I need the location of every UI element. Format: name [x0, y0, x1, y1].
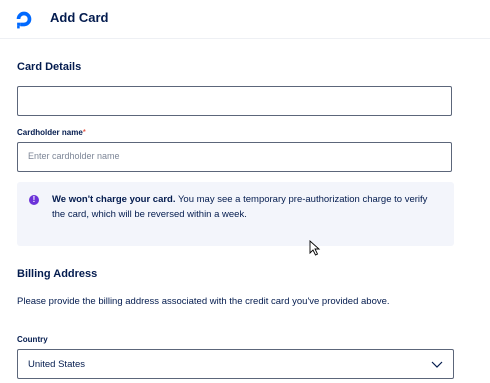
card-number-input[interactable] — [17, 86, 452, 116]
cardholder-name-input[interactable]: Enter cardholder name — [17, 142, 452, 172]
info-icon: ! — [29, 195, 39, 205]
charge-notice-text: We won't charge your card. You may see a… — [52, 192, 437, 222]
digitalocean-logo-icon[interactable] — [13, 8, 35, 30]
chevron-down-icon — [431, 361, 443, 368]
country-label: Country — [17, 335, 48, 344]
card-details-heading: Card Details — [17, 61, 82, 73]
charge-notice: ! We won't charge your card. You may see… — [17, 182, 454, 246]
country-value: United States — [28, 359, 86, 370]
page-title: Add Card — [50, 10, 109, 25]
cardholder-name-placeholder: Enter cardholder name — [28, 151, 120, 161]
billing-address-heading: Billing Address — [17, 268, 98, 280]
country-select[interactable]: United States — [17, 349, 454, 379]
billing-address-description: Please provide the billing address assoc… — [17, 296, 390, 307]
mouse-pointer-icon — [309, 240, 321, 256]
top-bar: Add Card — [0, 0, 490, 39]
cardholder-name-label-text: Cardholder name — [17, 128, 83, 137]
required-mark: * — [82, 128, 86, 137]
cardholder-name-label: Cardholder name* — [17, 128, 86, 137]
charge-notice-bold: We won't charge your card. — [52, 194, 176, 205]
add-card-form: Card Details Cardholder name* Enter card… — [0, 39, 490, 383]
